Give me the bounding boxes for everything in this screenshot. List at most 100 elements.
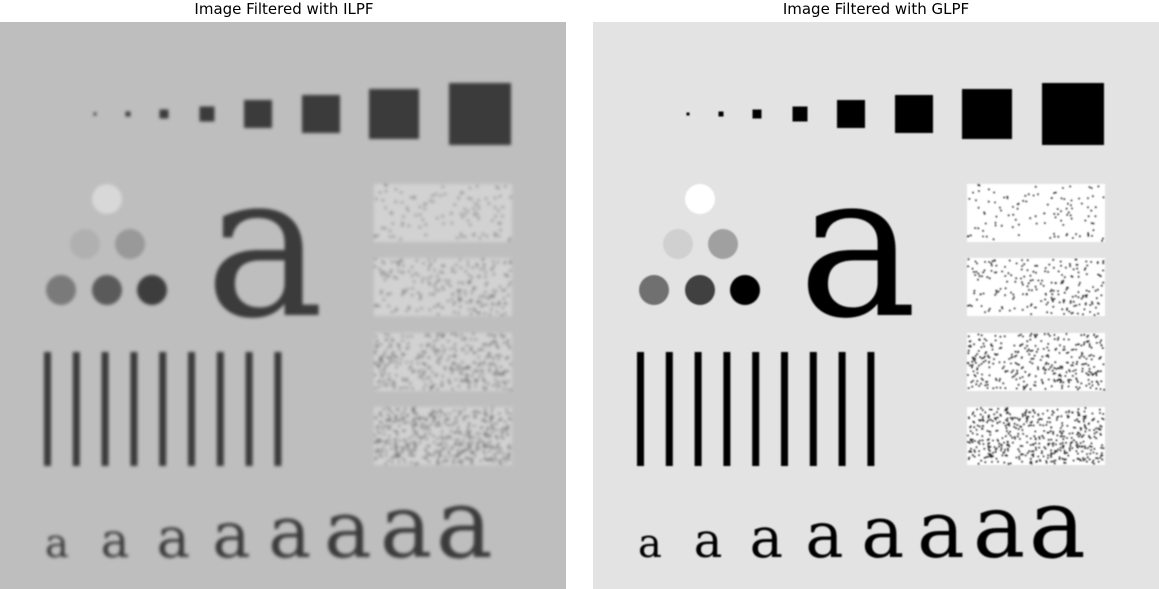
noise-dot (470, 435, 473, 438)
noise-dot (388, 435, 391, 438)
noise-dot (987, 309, 990, 312)
noise-dot (393, 421, 396, 424)
noise-dot (488, 363, 491, 366)
noise-dot (445, 442, 448, 445)
noise-dot (1009, 434, 1012, 437)
noise-dot (1013, 307, 1016, 310)
noise-dot (418, 436, 421, 439)
noise-dot (491, 430, 494, 433)
noise-dot (1078, 281, 1081, 284)
noise-dot (978, 338, 981, 341)
noise-dot (1016, 351, 1019, 354)
noise-dot (461, 191, 464, 194)
noise-dot (457, 460, 460, 463)
noise-dot (1100, 344, 1103, 347)
noise-dot (1094, 215, 1097, 218)
noise-dot (419, 213, 422, 216)
noise-dot (380, 421, 383, 424)
noise-dot (1070, 441, 1073, 444)
noise-dot (464, 290, 467, 293)
noise-dot (1053, 212, 1056, 215)
noise-dot (501, 306, 504, 309)
noise-dot (1090, 187, 1093, 190)
noise-dot (383, 408, 386, 411)
noise-dot (1053, 462, 1056, 465)
noise-dot (1063, 458, 1066, 461)
noise-dot (976, 408, 979, 411)
circle (639, 275, 669, 305)
noise-dot (1050, 196, 1053, 199)
noise-dot (1009, 413, 1012, 416)
noise-dot (1013, 425, 1016, 428)
noise-dot (1037, 455, 1040, 458)
noise-dot (1077, 284, 1080, 287)
noise-dot (1095, 457, 1098, 460)
noise-dot (470, 458, 473, 461)
noise-dot (374, 387, 377, 390)
noise-dot (1058, 378, 1061, 381)
noise-dot (976, 424, 979, 427)
noise-dot (437, 313, 440, 316)
square (93, 112, 97, 116)
noise-dot (461, 361, 464, 364)
noise-dot (1091, 234, 1094, 237)
noise-dot (1008, 259, 1011, 262)
noise-dot (994, 224, 997, 227)
noise-dot (1100, 339, 1103, 342)
noise-dot (383, 353, 386, 356)
noise-dot (1026, 259, 1029, 262)
noise-dot (374, 265, 377, 268)
noise-dot (502, 387, 505, 390)
noise-dot (1100, 446, 1103, 449)
noise-dot (488, 313, 491, 316)
noise-dot (402, 447, 405, 450)
noise-dot (414, 449, 417, 452)
noise-dot (398, 260, 401, 263)
noise-dot (436, 304, 439, 307)
noise-dot (394, 355, 397, 358)
noise-dot (393, 276, 396, 279)
noise-dot (389, 235, 392, 238)
noise-dot (1083, 420, 1086, 423)
noise-dot (1076, 433, 1079, 436)
noise-dot (1082, 440, 1085, 443)
noise-dot (967, 362, 970, 365)
noise-dot (1077, 343, 1080, 346)
noise-dot (504, 185, 507, 188)
noise-dot (1000, 447, 1003, 450)
noise-dot (993, 353, 996, 356)
noise-dot (984, 384, 987, 387)
noise-dot (388, 439, 391, 442)
noise-dot (412, 409, 415, 412)
noise-dot (1059, 381, 1062, 384)
noise-dot (969, 344, 972, 347)
noise-dot (1058, 344, 1061, 347)
noise-dot (456, 454, 459, 457)
noise-dot (424, 363, 427, 366)
noise-dot (1097, 460, 1100, 463)
noise-dot (392, 235, 395, 238)
noise-dot (1016, 203, 1019, 206)
vertical-bar (665, 352, 673, 466)
noise-dot (1095, 427, 1098, 430)
noise-dot (389, 443, 392, 446)
noise-dot (498, 380, 501, 383)
noise-dot (490, 410, 493, 413)
noise-dot (380, 359, 383, 362)
noise-dot (1035, 448, 1038, 451)
noise-dot (467, 197, 470, 200)
noise-dot (1066, 436, 1069, 439)
noise-dot (447, 340, 450, 343)
noise-dot (498, 195, 501, 198)
noise-dot (1049, 290, 1052, 293)
noise-dot (417, 291, 420, 294)
noise-dot (380, 292, 383, 295)
noise-dot (981, 415, 984, 418)
noise-dot (502, 437, 505, 440)
noise-dot (470, 276, 473, 279)
noise-dot (424, 428, 427, 431)
noise-dot (1067, 211, 1070, 214)
noise-dot (988, 277, 991, 280)
noise-dot (396, 433, 399, 436)
noise-dot (1093, 447, 1096, 450)
